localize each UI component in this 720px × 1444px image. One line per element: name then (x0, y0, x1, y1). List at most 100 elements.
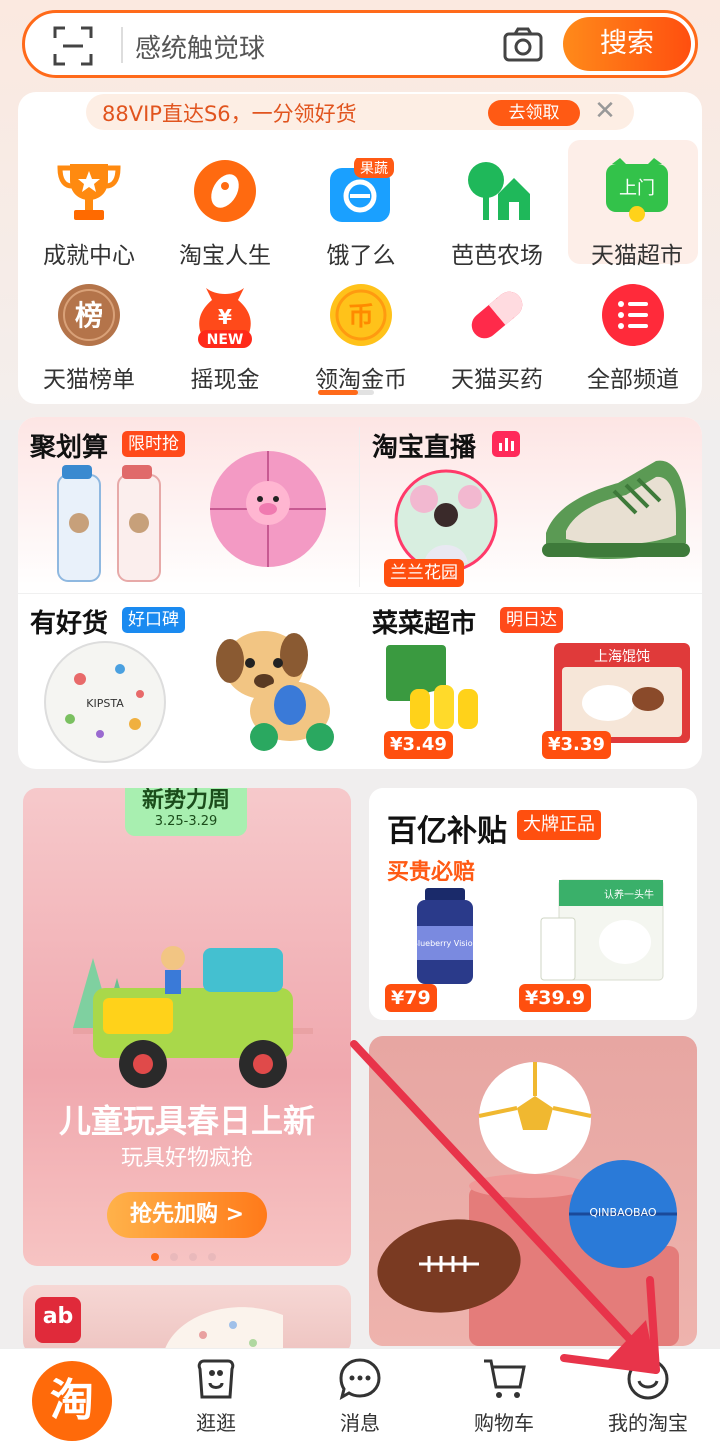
nav-messages[interactable]: 消息 (288, 1349, 432, 1444)
channel-label: 天猫超市 (591, 243, 683, 269)
channel-farm[interactable]: 芭芭农场 (432, 158, 562, 278)
cart-icon (484, 1359, 526, 1398)
section-tag: 明日达 (500, 607, 563, 633)
subsidy-title: 百亿补贴 (387, 814, 507, 849)
ball-brand-text: QINBAOBAO (589, 1206, 657, 1219)
scan-icon[interactable] (53, 26, 93, 66)
brand-logo: ab (35, 1297, 81, 1343)
price-label: ¥3.49 (384, 731, 453, 759)
promo-tag-title: 新势力周 (141, 788, 230, 813)
channel-badge: NEW (207, 332, 244, 348)
sports-balls-card[interactable]: QINBAOBAO (369, 1036, 697, 1346)
bottom-navbar: 淘 逛逛 消息 购物车 我的淘宝 (0, 1348, 720, 1444)
ranking-icon: 榜 (58, 284, 120, 346)
vip-claim-button[interactable]: 去领取 (488, 100, 580, 126)
toy-truck-image (73, 946, 313, 1088)
section-title: 聚划算 (30, 433, 109, 463)
subsidy-tag: 大牌正品 (517, 810, 601, 840)
channel-eleme[interactable]: 果蔬 饿了么 (296, 158, 426, 278)
basketball-image (210, 451, 326, 567)
channel-tmall-supermarket[interactable]: 上门 天猫超市 (568, 140, 702, 278)
vip-banner[interactable]: 88VIP直达S6，一分领好货 去领取 ✕ (86, 94, 634, 130)
channel-badge: 果蔬 (360, 161, 388, 177)
my-taobao-icon (627, 1358, 669, 1400)
taobao-home-icon[interactable]: 淘 (32, 1361, 112, 1441)
channel-label: 天猫买药 (451, 367, 543, 393)
channel-gold-coin[interactable]: 币 领淘金币 (296, 282, 426, 402)
cloth-image (163, 1307, 283, 1355)
sports-balls-image: QINBAOBAO (377, 1062, 679, 1346)
nav-browse[interactable]: 逛逛 (144, 1349, 288, 1444)
dog-toy-image (216, 631, 334, 751)
price-label: ¥39.9 (519, 984, 592, 1012)
nav-home[interactable]: 淘 (0, 1349, 144, 1444)
nav-label: 消息 (340, 1411, 380, 1435)
haohuo-section[interactable]: 有好货 好口碑 KIPSTA (18, 593, 360, 769)
channel-shake-cash[interactable]: ¥ NEW 摇现金 (160, 282, 290, 402)
cash-bag-icon: ¥ NEW (198, 288, 252, 348)
search-input[interactable]: 感统触觉球 (135, 28, 265, 65)
channel-taobao-life[interactable]: 淘宝人生 (160, 158, 290, 278)
vip-banner-text: 88VIP直达S6，一分领好货 (102, 102, 357, 126)
add-to-cart-button[interactable]: 抢先加购 > (107, 1192, 267, 1238)
nav-label: 购物车 (474, 1411, 534, 1435)
close-icon[interactable]: ✕ (590, 96, 620, 126)
channel-label: 芭芭农场 (451, 243, 543, 269)
search-button[interactable]: 搜索 (563, 17, 691, 71)
promo-tag: 新势力周 3.25-3.29 (125, 788, 247, 836)
channel-card: 88VIP直达S6，一分领好货 去领取 ✕ 成就中心 淘宝人生 果蔬 饿了么 芭… (18, 92, 702, 404)
caicai-section[interactable]: 菜菜超市 明日达 ¥3.49 上海馄饨 ¥3.39 (360, 593, 702, 769)
search-bar[interactable]: 感统触觉球 搜索 (22, 10, 698, 78)
section-title: 淘宝直播 (372, 433, 477, 463)
taobao-life-icon (194, 160, 256, 222)
juhuasuan-section[interactable]: 聚划算 限时抢 (18, 417, 360, 593)
search-divider (121, 27, 123, 63)
section-title: 有好货 (30, 609, 109, 639)
promo-tag-dates: 3.25-3.29 (154, 814, 218, 829)
toy-promo-card[interactable]: 新势力周 3.25-3.29 儿童玩具春日上新 玩具好物疯抢 抢先加购 > (23, 788, 351, 1266)
channel-pharmacy[interactable]: 天猫买药 (432, 282, 562, 402)
channel-label: 天猫榜单 (43, 367, 135, 393)
supplement-bottle-image: Blueberry Vision (413, 888, 477, 984)
nav-my-taobao[interactable]: 我的淘宝 (576, 1349, 720, 1444)
feature-grid: 聚划算 限时抢 淘宝直播 兰兰花园 有好货 好口碑 KIPSTA 菜菜超市 明日… (18, 417, 702, 769)
section-title: 菜菜超市 (372, 609, 477, 639)
channel-label: 淘宝人生 (179, 243, 271, 269)
channel-achievement[interactable]: 成就中心 (24, 158, 154, 278)
corn-image (386, 645, 504, 737)
channel-pager (318, 390, 374, 395)
bottle-label-text: Blueberry Vision (413, 939, 477, 948)
brand-card[interactable]: ab (23, 1285, 351, 1355)
camera-icon[interactable] (503, 27, 543, 63)
gold-coin-icon: 币 (330, 284, 392, 346)
channel-label: 摇现金 (190, 367, 260, 393)
eleme-icon: 果蔬 (330, 158, 394, 222)
channel-glyph: 币 (348, 302, 374, 332)
ball-brand-text: KIPSTA (86, 697, 124, 710)
all-channels-icon (602, 284, 664, 346)
milk-box-image: 认养一头牛 (540, 879, 664, 981)
nav-label: 逛逛 (196, 1411, 236, 1435)
nav-label: 我的淘宝 (608, 1411, 688, 1435)
channel-ranking[interactable]: 榜 天猫榜单 (24, 282, 154, 402)
channel-all[interactable]: 全部频道 (568, 282, 698, 402)
shoe-image (542, 460, 690, 560)
farm-icon (468, 162, 530, 220)
channel-glyph: ¥ (218, 305, 232, 329)
live-icon (492, 431, 520, 457)
pill-icon (471, 291, 523, 339)
promo-headline: 儿童玩具春日上新 (58, 1102, 315, 1140)
live-section[interactable]: 淘宝直播 兰兰花园 (360, 417, 702, 593)
streamer-name: 兰兰花园 (384, 559, 464, 587)
subsidy-card[interactable]: 百亿补贴 大牌正品 买贵必赔 Blueberry Vision ¥79 认养一头… (369, 788, 697, 1020)
channel-label: 饿了么 (326, 243, 396, 269)
browse-icon (197, 1359, 235, 1399)
nav-cart[interactable]: 购物车 (432, 1349, 576, 1444)
package-text: 上海馄饨 (594, 649, 650, 665)
promo-subline: 玩具好物疯抢 (120, 1146, 253, 1171)
price-label: ¥79 (385, 984, 437, 1012)
subsidy-subtitle: 买贵必赔 (387, 860, 476, 885)
section-tag: 限时抢 (122, 431, 185, 457)
carousel-dots (151, 1246, 231, 1261)
channel-label: 领淘金币 (315, 367, 407, 393)
